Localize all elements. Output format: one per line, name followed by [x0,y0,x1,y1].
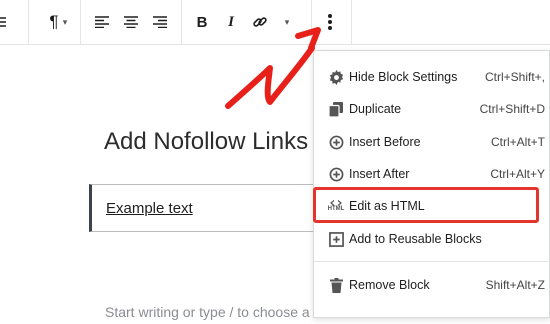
toolbar-divider [28,0,29,44]
bold-glyph: B [196,13,208,31]
block-type-dropdown[interactable]: ▾ [58,8,72,36]
menu-item-hide-block-settings[interactable]: Hide Block Settings Ctrl+Shift+, [314,61,550,93]
link-icon[interactable] [248,8,272,36]
post-title[interactable]: Add Nofollow Links [104,128,308,156]
menu-item-remove-block[interactable]: Remove Block Shift+Alt+Z [314,269,550,301]
highlight-box [313,187,539,223]
list-lines-icon[interactable] [0,8,12,36]
menu-item-insert-before[interactable]: Insert Before Ctrl+Alt+T [314,126,550,158]
block-text[interactable]: Example text [106,200,193,217]
menu-divider [314,261,550,262]
toolbar-divider [351,0,352,44]
menu-item-shortcut: Ctrl+Alt+Y [490,167,545,181]
chevron-down-icon: ▾ [62,16,68,27]
align-center-icon[interactable] [119,8,143,36]
more-formats-dropdown[interactable]: ▾ [280,8,294,36]
toolbar-divider [181,0,182,44]
trash-icon [328,277,344,293]
reusable-block-icon [328,231,344,247]
menu-item-label: Add to Reusable Blocks [349,232,482,246]
toolbar-divider [311,0,312,44]
menu-item-insert-after[interactable]: Insert After Ctrl+Alt+Y [314,158,550,190]
block-toolbar: ¶ ▾ B I ▾ [0,0,550,45]
block-placeholder[interactable]: Start writing or type / to choose a bloc… [105,304,346,320]
chevron-down-icon: ▾ [284,16,290,27]
align-right-icon[interactable] [148,8,172,36]
menu-item-add-to-reusable-blocks[interactable]: Add to Reusable Blocks [314,223,550,255]
more-options-icon[interactable] [318,8,342,36]
italic-glyph: I [228,13,234,30]
menu-item-label: Insert After [349,167,410,181]
toolbar-divider [80,0,81,44]
selected-paragraph-block[interactable]: Example text [89,184,329,232]
menu-item-shortcut: Shift+Alt+Z [485,278,545,292]
align-left-icon[interactable] [90,8,114,36]
duplicate-icon [328,101,344,117]
menu-item-label: Hide Block Settings [349,70,458,84]
bold-icon[interactable]: B [190,8,214,36]
menu-item-shortcut: Ctrl+Shift+D [479,102,545,116]
block-settings-menu: Hide Block Settings Ctrl+Shift+, Duplica… [313,50,550,318]
menu-item-label: Remove Block [349,278,430,292]
menu-item-shortcut: Ctrl+Shift+, [484,70,545,84]
menu-item-shortcut: Ctrl+Alt+T [490,135,545,149]
insert-after-icon [328,166,344,182]
gear-icon [328,69,344,85]
menu-item-label: Duplicate [349,102,402,116]
italic-icon[interactable]: I [219,8,243,36]
insert-before-icon [328,134,344,150]
menu-item-label: Insert Before [349,135,421,149]
menu-item-duplicate[interactable]: Duplicate Ctrl+Shift+D [314,93,550,125]
